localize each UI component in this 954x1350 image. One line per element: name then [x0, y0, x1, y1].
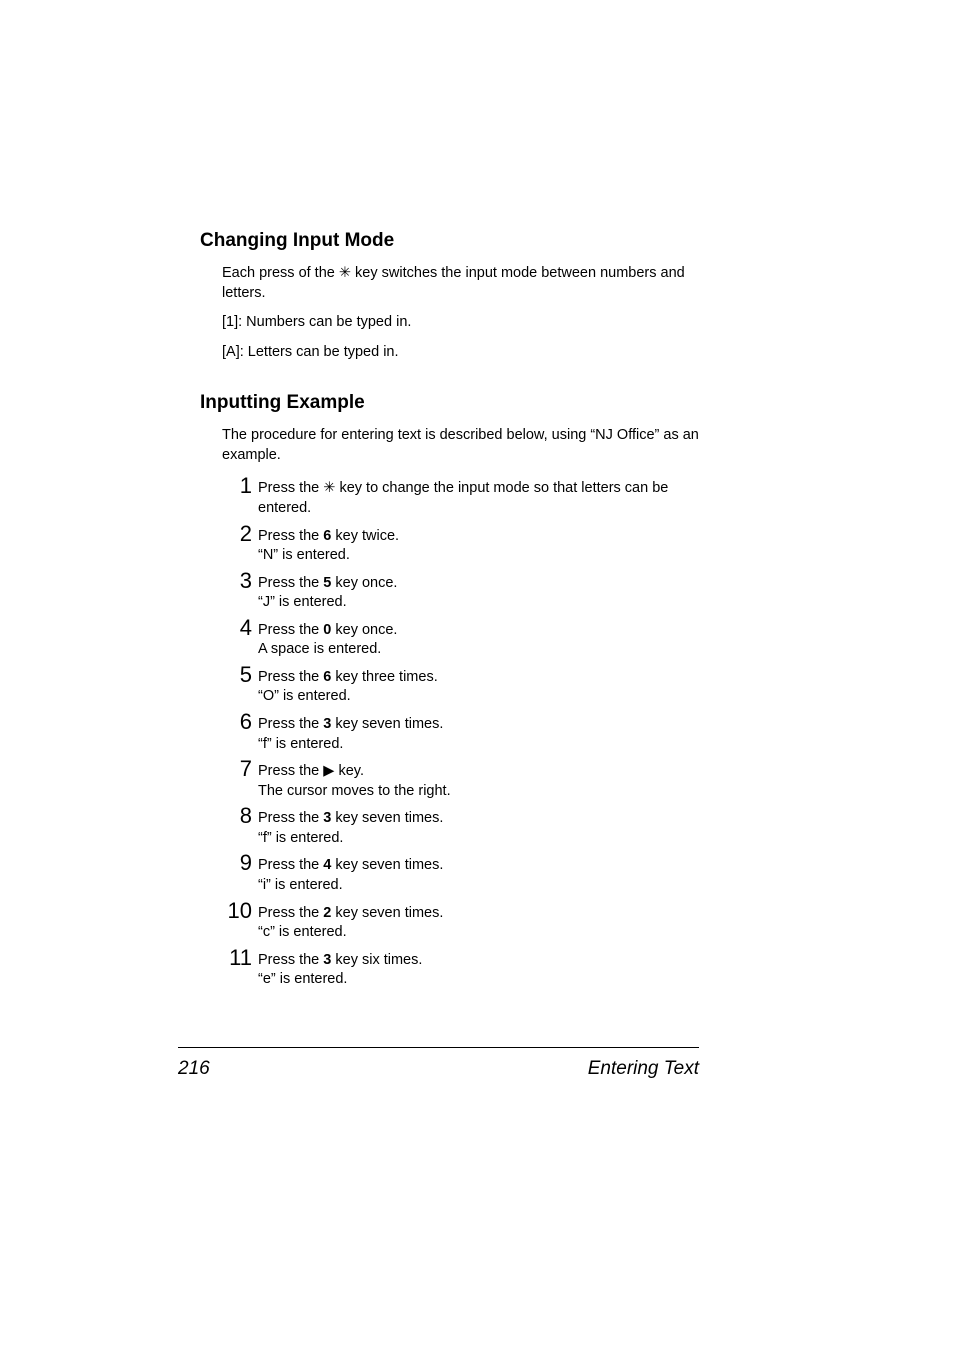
step-instruction: Press the 3 key seven times. — [258, 716, 443, 732]
text-fragment: Press the — [258, 480, 323, 496]
step-body: Press the 0 key once. A space is entered. — [258, 617, 397, 660]
star-key-icon: ✳ — [339, 265, 351, 281]
step-result: “N” is entered. — [258, 546, 399, 566]
text-fragment: key seven times. — [331, 905, 443, 921]
step: 2 Press the 6 key twice. “N” is entered. — [222, 523, 714, 566]
text-fragment: Press the — [258, 857, 323, 873]
text-fragment: key twice. — [331, 528, 399, 544]
step-number: 1 — [222, 475, 252, 497]
footer-divider — [178, 1047, 699, 1048]
step-body: Press the 6 key three times. “O” is enter… — [258, 664, 438, 707]
step: 4 Press the 0 key once. A space is entered… — [222, 617, 714, 660]
step-result: “e” is entered. — [258, 970, 422, 990]
step-instruction: Press the 3 key seven times. — [258, 810, 443, 826]
step-number: 3 — [222, 570, 252, 592]
step-instruction: Press the 0 key once. — [258, 622, 397, 638]
step-body: Press the 5 key once. “J” is entered. — [258, 570, 397, 613]
step-result: “i” is entered. — [258, 876, 443, 896]
page: Changing Input Mode Each press of the ✳ … — [0, 0, 954, 1350]
page-footer: 216 Entering Text — [178, 1047, 699, 1080]
step-result: A space is entered. — [258, 640, 397, 660]
text-fragment: key seven times. — [331, 857, 443, 873]
text-fragment: Press the — [258, 905, 323, 921]
paragraph-mode-letters: [A]: Letters can be typed in. — [222, 343, 712, 363]
step-body: Press the 6 key twice. “N” is entered. — [258, 523, 399, 566]
step-number: 2 — [222, 523, 252, 545]
text-fragment: Press the — [258, 952, 323, 968]
step: 9 Press the 4 key seven times. “i” is ente… — [222, 852, 714, 895]
text-fragment: key six times. — [331, 952, 422, 968]
step-result: The cursor moves to the right. — [258, 782, 451, 802]
step-instruction: Press the ▶ key. — [258, 763, 364, 779]
page-number: 216 — [178, 1058, 210, 1080]
step-body: Press the 3 key seven times. “f” is enter… — [258, 711, 443, 754]
step: 5 Press the 6 key three times. “O” is ente… — [222, 664, 714, 707]
paragraph-example-intro: The procedure for entering text is descr… — [222, 426, 712, 465]
step-number: 11 — [222, 947, 252, 969]
text-fragment: Press the — [258, 716, 323, 732]
step-number: 10 — [222, 900, 252, 922]
step-instruction: Press the ✳ key to change the input mode… — [258, 480, 668, 516]
step-result: “c” is entered. — [258, 923, 443, 943]
step-body: Press the 2 key seven times. “c” is enter… — [258, 900, 443, 943]
step: 1 Press the ✳ key to change the input mod… — [222, 475, 714, 518]
step-number: 8 — [222, 805, 252, 827]
step-instruction: Press the 5 key once. — [258, 575, 397, 591]
step-instruction: Press the 6 key twice. — [258, 528, 399, 544]
step-number: 7 — [222, 758, 252, 780]
step: 8 Press the 3 key seven times. “f” is ente… — [222, 805, 714, 848]
step: 3 Press the 5 key once. “J” is entered. — [222, 570, 714, 613]
text-fragment: Press the — [258, 669, 323, 685]
right-arrow-icon: ▶ — [323, 763, 334, 779]
text-fragment: key. — [334, 763, 364, 779]
step-result: “J” is entered. — [258, 593, 397, 613]
text-fragment: key three times. — [331, 669, 437, 685]
text-fragment: key once. — [331, 575, 397, 591]
step-number: 9 — [222, 852, 252, 874]
step-instruction: Press the 6 key three times. — [258, 669, 438, 685]
step-number: 4 — [222, 617, 252, 639]
step: 10 Press the 2 key seven times. “c” is ent… — [222, 900, 714, 943]
text-fragment: key seven times. — [331, 716, 443, 732]
heading-changing-input-mode: Changing Input Mode — [200, 230, 714, 252]
step-body: Press the 4 key seven times. “i” is enter… — [258, 852, 443, 895]
heading-inputting-example: Inputting Example — [200, 392, 714, 414]
step: 7 Press the ▶ key. The cursor moves to the… — [222, 758, 714, 801]
step-number: 5 — [222, 664, 252, 686]
text-fragment: Press the — [258, 763, 323, 779]
paragraph-input-mode-desc: Each press of the ✳ key switches the inp… — [222, 264, 712, 303]
step-body: Press the 3 key seven times. “f” is enter… — [258, 805, 443, 848]
text-fragment: Press the — [258, 575, 323, 591]
step-number: 6 — [222, 711, 252, 733]
text-fragment: Press the — [258, 528, 323, 544]
steps-list: 1 Press the ✳ key to change the input mod… — [222, 475, 714, 989]
text-fragment: key once. — [331, 622, 397, 638]
paragraph-mode-numbers: [1]: Numbers can be typed in. — [222, 313, 712, 333]
text-fragment: Press the — [258, 810, 323, 826]
text-fragment: Each press of the — [222, 265, 339, 281]
text-fragment: key seven times. — [331, 810, 443, 826]
step: 6 Press the 3 key seven times. “f” is ente… — [222, 711, 714, 754]
step-result: “O” is entered. — [258, 687, 438, 707]
step-instruction: Press the 2 key seven times. — [258, 905, 443, 921]
section-title: Entering Text — [588, 1058, 699, 1080]
step-body: Press the ▶ key. The cursor moves to the … — [258, 758, 451, 801]
step-body: Press the ✳ key to change the input mode… — [258, 475, 698, 518]
step-instruction: Press the 4 key seven times. — [258, 857, 443, 873]
step-result: “f” is entered. — [258, 735, 443, 755]
step: 11 Press the 3 key six times. “e” is enter… — [222, 947, 714, 990]
step-result: “f” is entered. — [258, 829, 443, 849]
text-fragment: Press the — [258, 622, 323, 638]
star-key-icon: ✳ — [323, 480, 335, 496]
step-body: Press the 3 key six times. “e” is entered… — [258, 947, 422, 990]
step-instruction: Press the 3 key six times. — [258, 952, 422, 968]
